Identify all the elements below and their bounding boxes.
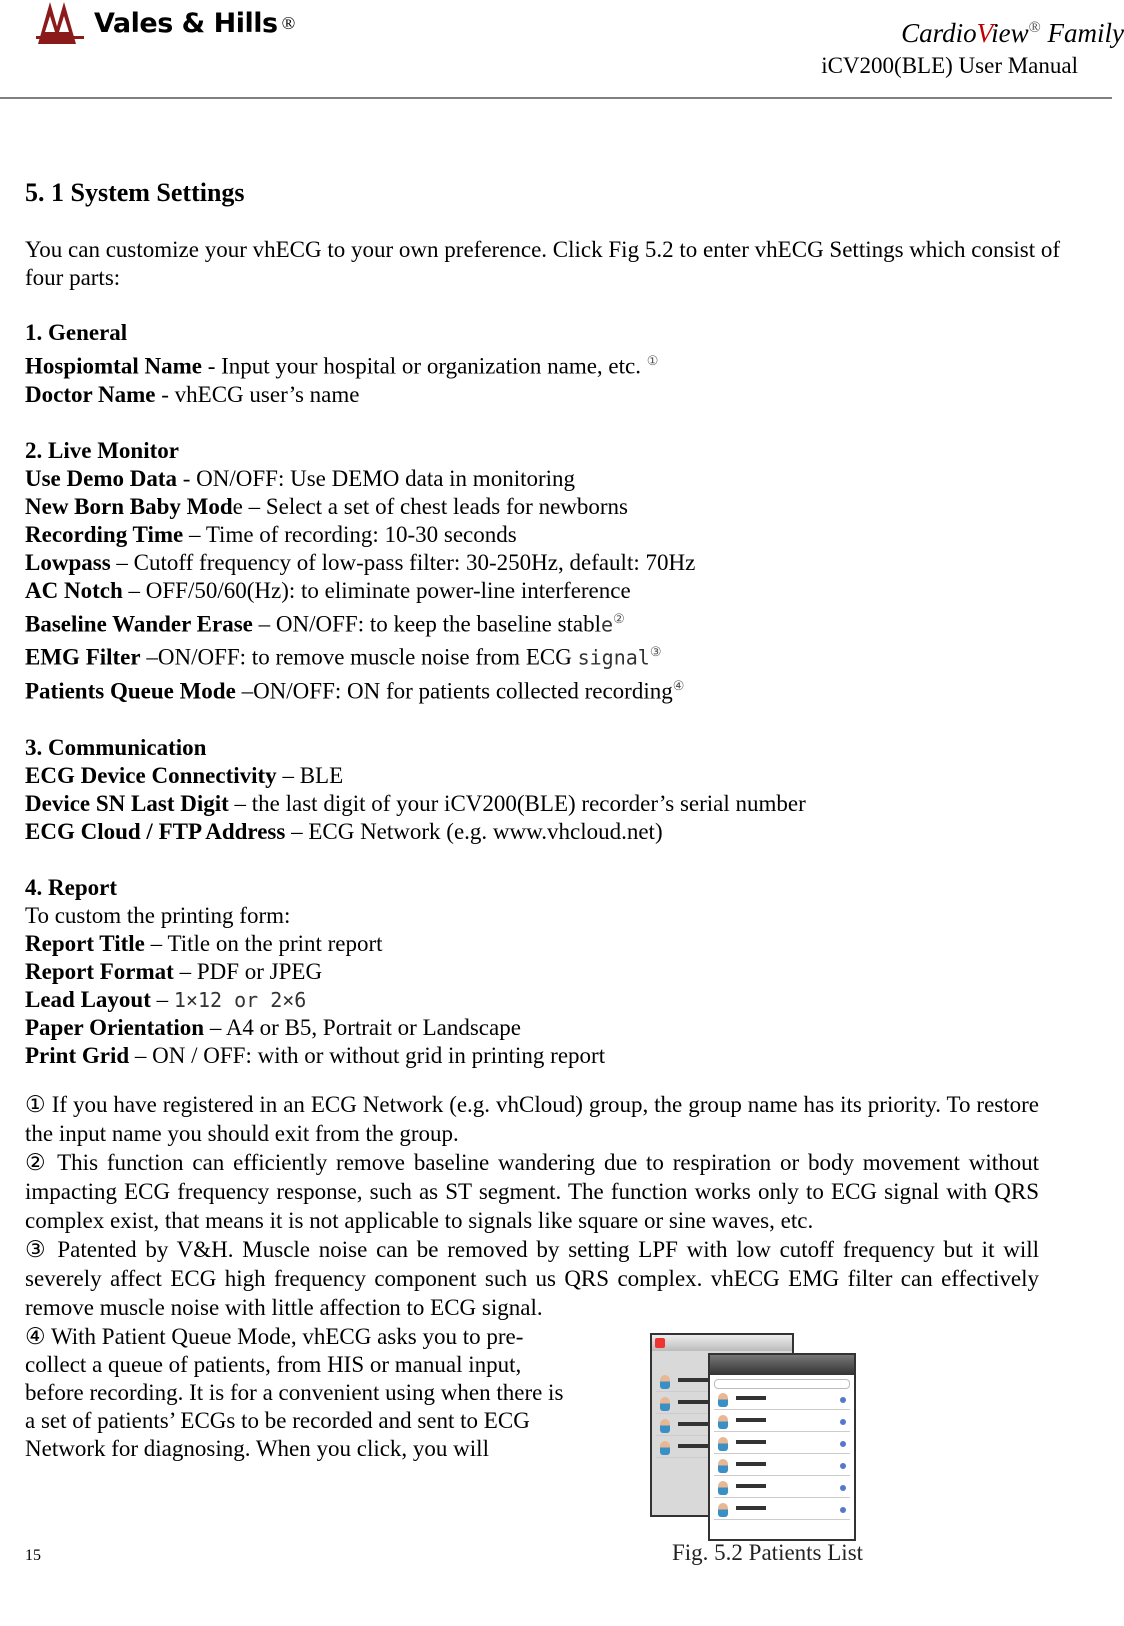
setting-description: To custom the printing form: <box>25 902 291 928</box>
setting-line: Baseline Wander Erase – ON/OFF: to keep … <box>25 605 1077 639</box>
footnote-marker: ② <box>613 610 625 626</box>
logo-text: Vales & Hills <box>94 7 278 39</box>
setting-name: Lowpass <box>25 549 111 575</box>
setting-line: EMG Filter –ON/OFF: to remove muscle noi… <box>25 638 1077 672</box>
setting-name: Lead Layout <box>25 986 151 1012</box>
setting-description: – Cutoff frequency of low-pass filter: 3… <box>110 549 696 575</box>
setting-line: Doctor Name - vhECG user’s name <box>25 381 1077 409</box>
setting-line: Use Demo Data - ON/OFF: Use DEMO data in… <box>25 465 1077 493</box>
setting-description: – ECG Network (e.g. www.vhcloud.net) <box>285 818 663 844</box>
setting-line: ECG Device Connectivity – BLE <box>25 762 1077 790</box>
setting-name: Print Grid <box>25 1042 130 1068</box>
setting-description: – OFF/50/60(Hz): to eliminate power-line… <box>122 577 631 603</box>
main-content: 5. 1 System Settings You can customize y… <box>25 176 1077 1098</box>
setting-line: New Born Baby Mode – Select a set of che… <box>25 493 1077 521</box>
setting-name: ECG Cloud / FTP Address <box>25 818 286 844</box>
setting-description: –ON/OFF: to remove muscle noise from ECG <box>140 644 578 670</box>
footnote-3: ③ Patented by V&H. Muscle noise can be r… <box>25 1237 1039 1320</box>
setting-description: e – Select a set of chest leads for newb… <box>232 493 628 519</box>
setting-name: Device SN Last Digit <box>25 790 229 816</box>
setting-description: – PDF or JPEG <box>173 958 323 984</box>
setting-name: New Born Baby Mod <box>25 493 233 519</box>
setting-name: EMG Filter <box>25 644 141 670</box>
patients-list-figure <box>650 1333 856 1541</box>
setting-description: - vhECG user’s name <box>155 381 360 407</box>
header-divider <box>0 97 1112 99</box>
section-heading: 1. General <box>25 320 128 345</box>
section-heading: 3. Communication <box>25 734 207 760</box>
page-number: 15 <box>25 1547 41 1564</box>
footnote-marker: ④ <box>672 677 685 693</box>
vales-hills-mountain-icon <box>36 2 84 44</box>
footnote-2: ② This function can efficiently remove b… <box>25 1150 1039 1233</box>
setting-description: –ON/OFF: ON for patients collected recor… <box>235 678 673 704</box>
setting-line: Paper Orientation – A4 or B5, Portrait o… <box>25 1014 1077 1042</box>
section-heading: 4. Report <box>25 874 117 900</box>
setting-name: Recording Time <box>25 521 184 547</box>
setting-name: ECG Device Connectivity <box>25 762 277 788</box>
setting-line: Lead Layout – 1×12 or 2×6 <box>25 986 1077 1014</box>
brand-accent-letter: V <box>976 18 992 48</box>
setting-description: - Input your hospital or organization na… <box>201 353 647 379</box>
settings-sections: 1. General Hospiomtal Name - Input your h… <box>25 319 1077 1070</box>
manual-title: iCV200(BLE) User Manual <box>821 53 1078 78</box>
setting-line: Report Format – PDF or JPEG <box>25 958 1077 986</box>
setting-line: Lowpass – Cutoff frequency of low-pass f… <box>25 549 1077 577</box>
setting-description: – the last digit of your iCV200(BLE) rec… <box>228 790 806 816</box>
setting-description: - ON/OFF: Use DEMO data in monitoring <box>177 465 576 491</box>
footnote-1: ① If you have registered in an ECG Netwo… <box>25 1092 1039 1146</box>
settings-section: 2. Live Monitor Use Demo Data - ON/OFF: U… <box>25 437 1077 706</box>
setting-name: AC Notch <box>25 577 123 603</box>
brand-registered-mark: ® <box>1028 19 1041 36</box>
setting-description: – <box>150 986 174 1012</box>
figure-caption: Fig. 5.2 Patients List <box>672 1540 864 1565</box>
setting-line: AC Notch – OFF/50/60(Hz): to eliminate p… <box>25 577 1077 605</box>
section-title: 5. 1 System Settings <box>25 178 245 207</box>
company-logo: Vales & Hills ® <box>36 2 295 44</box>
setting-description-mono: e <box>601 612 614 637</box>
setting-name: Hospiomtal Name <box>25 353 202 379</box>
setting-name: Paper Orientation <box>25 1014 205 1040</box>
setting-name: Use Demo Data <box>25 465 178 491</box>
setting-line: ECG Cloud / FTP Address – ECG Network (e… <box>25 818 1077 846</box>
setting-description-mono: 1×12 or 2×6 <box>173 987 307 1012</box>
setting-description-mono: signal <box>577 645 650 670</box>
setting-description: – ON/OFF: to keep the baseline stabl <box>252 611 602 637</box>
footnote-4: ④ With Patient Queue Mode, vhECG asks yo… <box>25 1324 564 1461</box>
setting-line: Hospiomtal Name - Input your hospital or… <box>25 347 1077 381</box>
brand-part: Cardio <box>901 18 977 48</box>
settings-section: 3. Communication ECG Device Connectivity … <box>25 734 1077 846</box>
setting-description: – BLE <box>276 762 344 788</box>
footnotes: ① If you have registered in an ECG Netwo… <box>25 1090 1039 1322</box>
settings-section: 4. Report To custom the printing form: Rep… <box>25 874 1077 1070</box>
setting-line: Recording Time – Time of recording: 10-3… <box>25 521 1077 549</box>
setting-name: Patients Queue Mode <box>25 678 236 704</box>
setting-line: Print Grid – ON / OFF: with or without g… <box>25 1042 1077 1070</box>
intro-paragraph: You can customize your vhECG to your own… <box>25 237 1061 290</box>
product-family: CardioView® Family <box>821 18 1124 49</box>
section-heading: 2. Live Monitor <box>25 437 179 463</box>
setting-line: To custom the printing form: <box>25 902 1077 930</box>
setting-description: – Time of recording: 10-30 seconds <box>183 521 517 547</box>
setting-line: Device SN Last Digit – the last digit of… <box>25 790 1077 818</box>
setting-description: – A4 or B5, Portrait or Landscape <box>204 1014 521 1040</box>
setting-description: – ON / OFF: with or without grid in prin… <box>129 1042 606 1068</box>
setting-description: – Title on the print report <box>144 930 383 956</box>
setting-line: Patients Queue Mode –ON/OFF: ON for pati… <box>25 672 1077 706</box>
setting-name: Report Title <box>25 930 145 956</box>
settings-section: 1. General Hospiomtal Name - Input your h… <box>25 319 1077 409</box>
brand-part: iew <box>991 18 1029 48</box>
setting-line: Report Title – Title on the print report <box>25 930 1077 958</box>
footnote-marker: ③ <box>649 644 662 660</box>
setting-name: Report Format <box>25 958 174 984</box>
patients-list-screen <box>708 1353 856 1541</box>
brand-part: Family <box>1040 18 1124 48</box>
setting-name: Doctor Name <box>25 381 156 407</box>
setting-name: Baseline Wander Erase <box>25 611 253 637</box>
logo-registered-mark: ® <box>281 12 296 33</box>
footnote-marker: ① <box>646 353 659 368</box>
document-header: CardioView® Family iCV200(BLE) User Manu… <box>821 18 1124 79</box>
